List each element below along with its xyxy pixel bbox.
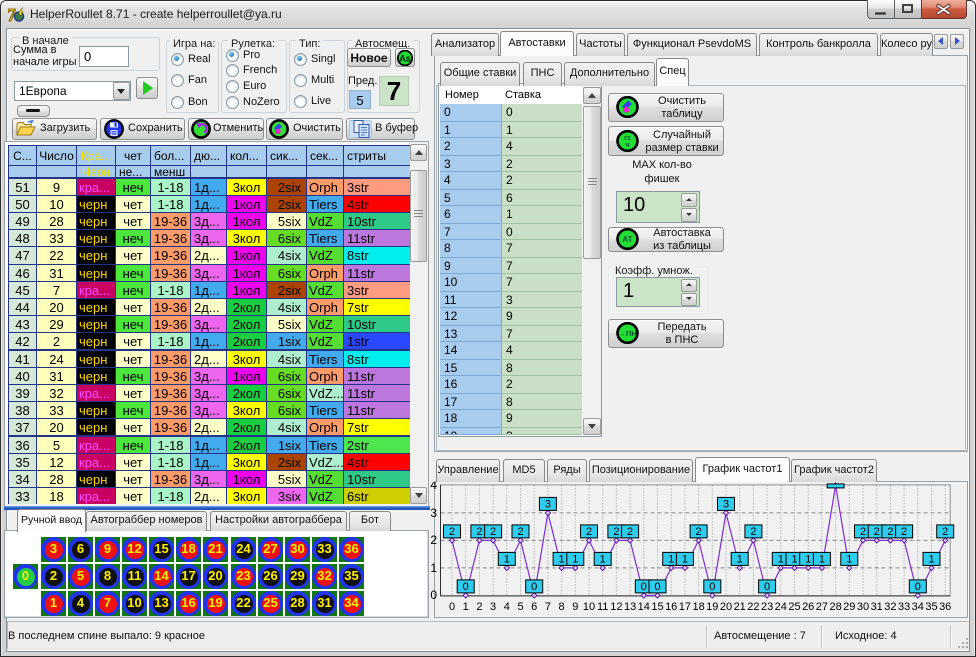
svg-text:29: 29 [843, 601, 855, 613]
svg-text:19: 19 [706, 601, 718, 613]
svg-text:13: 13 [624, 601, 636, 613]
svg-text:2: 2 [901, 526, 907, 538]
svg-text:2: 2 [586, 526, 592, 538]
svg-text:2: 2 [942, 526, 948, 538]
svg-text:22: 22 [747, 601, 759, 613]
svg-text:20: 20 [720, 601, 732, 613]
svg-text:25: 25 [788, 601, 800, 613]
svg-text:1: 1 [928, 553, 934, 565]
svg-text:0: 0 [709, 581, 715, 593]
svg-text:2: 2 [874, 526, 880, 538]
svg-text:2: 2 [860, 526, 866, 538]
svg-text:16: 16 [665, 601, 677, 613]
svg-text:2: 2 [517, 526, 523, 538]
svg-text:АТ: АТ [622, 235, 632, 244]
svg-text:17: 17 [679, 601, 691, 613]
svg-text:26: 26 [802, 601, 814, 613]
svg-text:2: 2 [696, 526, 702, 538]
svg-text:1: 1 [504, 553, 510, 565]
svg-text:10: 10 [583, 601, 595, 613]
svg-text:2: 2 [750, 526, 756, 538]
svg-text:31: 31 [871, 601, 883, 613]
svg-text:6: 6 [531, 601, 537, 613]
svg-text:14: 14 [638, 601, 650, 613]
svg-text:33: 33 [898, 601, 910, 613]
svg-text:1: 1 [559, 553, 565, 565]
svg-text:гс: гс [624, 135, 631, 142]
svg-text:28: 28 [829, 601, 841, 613]
svg-text:3: 3 [545, 498, 551, 510]
svg-text:4: 4 [504, 601, 510, 613]
svg-text:ч: ч [625, 142, 629, 149]
svg-text:3: 3 [430, 506, 437, 520]
svg-text:1: 1 [791, 553, 797, 565]
svg-text:0: 0 [463, 581, 469, 593]
svg-text:1: 1 [600, 553, 606, 565]
svg-text:0: 0 [654, 581, 660, 593]
svg-text:3: 3 [723, 498, 729, 510]
svg-text:18: 18 [692, 601, 704, 613]
svg-text:1: 1 [846, 553, 852, 565]
svg-text:4: 4 [430, 482, 437, 492]
svg-text:23: 23 [761, 601, 773, 613]
svg-text:35: 35 [925, 601, 937, 613]
svg-text:1: 1 [819, 553, 825, 565]
svg-text:36: 36 [939, 601, 951, 613]
svg-text:9: 9 [572, 601, 578, 613]
svg-text:30: 30 [857, 601, 869, 613]
svg-text:0: 0 [915, 581, 921, 593]
svg-text:1: 1 [737, 553, 743, 565]
svg-text:2: 2 [490, 526, 496, 538]
svg-text:2: 2 [449, 526, 455, 538]
svg-text:2: 2 [476, 526, 482, 538]
svg-text:12: 12 [610, 601, 622, 613]
svg-text:1: 1 [430, 561, 437, 575]
svg-text:1: 1 [805, 553, 811, 565]
svg-text:0: 0 [641, 581, 647, 593]
svg-text:2: 2 [613, 526, 619, 538]
svg-text:2: 2 [627, 526, 633, 538]
svg-text:21: 21 [734, 601, 746, 613]
svg-text:0: 0 [531, 581, 537, 593]
svg-text:32: 32 [884, 601, 896, 613]
svg-text:1: 1 [572, 553, 578, 565]
svg-text:2: 2 [430, 533, 437, 547]
svg-text:1: 1 [463, 601, 469, 613]
svg-text:As: As [399, 54, 411, 64]
svg-text:15: 15 [651, 601, 663, 613]
svg-text:27: 27 [816, 601, 828, 613]
svg-text:0: 0 [430, 588, 437, 602]
svg-text:8: 8 [559, 601, 565, 613]
svg-text:1: 1 [778, 553, 784, 565]
svg-text:7: 7 [545, 601, 551, 613]
svg-text:2: 2 [887, 526, 893, 538]
svg-text:2: 2 [476, 601, 482, 613]
svg-text:→ПН: →ПН [618, 329, 636, 338]
svg-text:0: 0 [764, 581, 770, 593]
svg-text:1: 1 [682, 553, 688, 565]
svg-text:11: 11 [597, 601, 608, 613]
svg-text:3: 3 [490, 601, 496, 613]
svg-text:5: 5 [517, 601, 523, 613]
svg-text:34: 34 [912, 601, 924, 613]
svg-text:1: 1 [668, 553, 674, 565]
svg-text:0: 0 [449, 601, 455, 613]
svg-text:24: 24 [775, 601, 787, 613]
